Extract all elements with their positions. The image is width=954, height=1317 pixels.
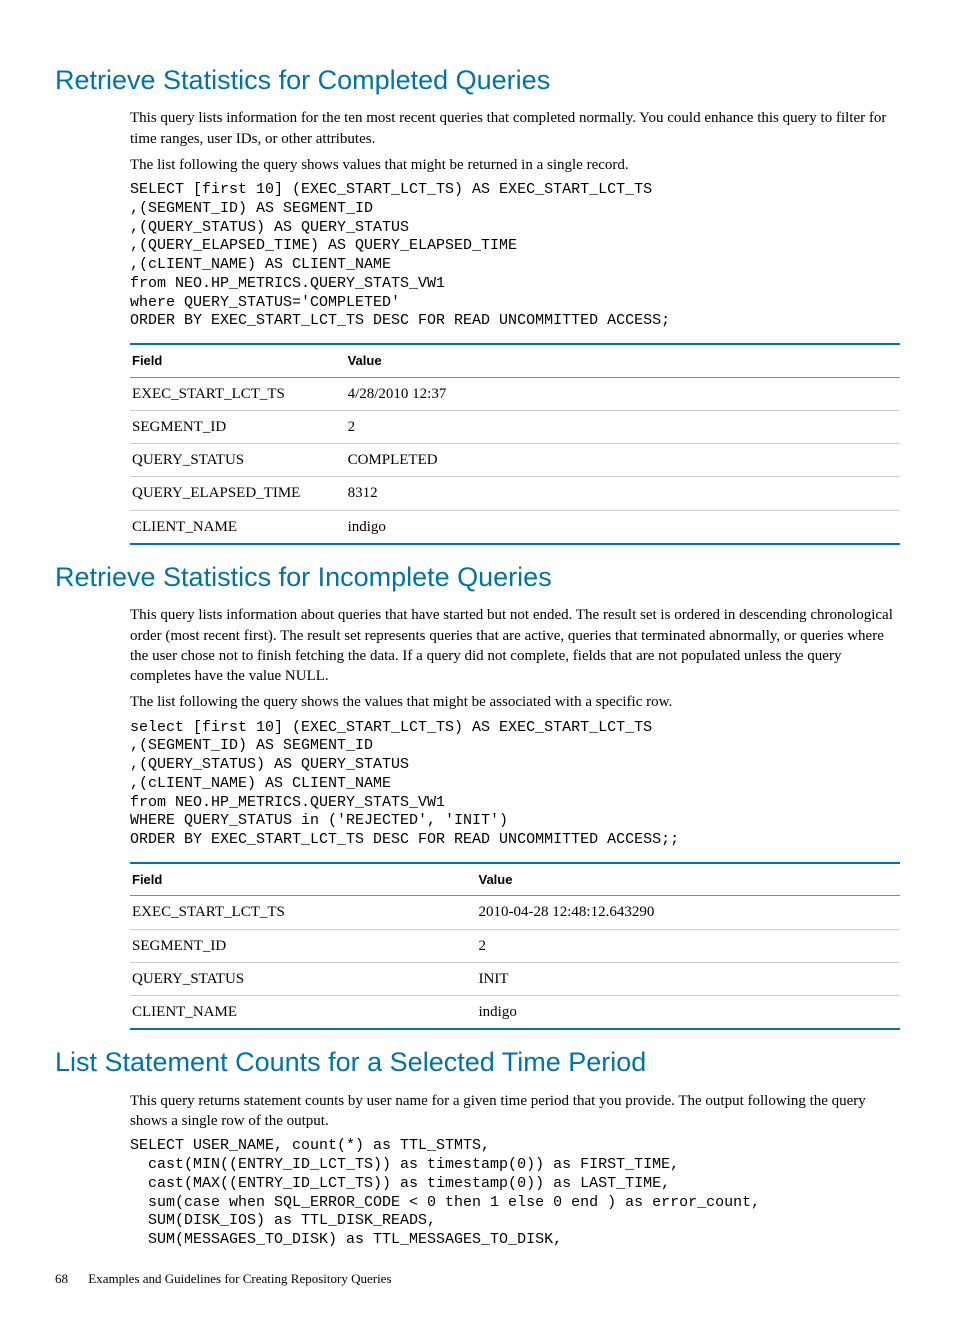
col-header-value: Value	[477, 863, 901, 896]
table-row: CLIENT_NAMEindigo	[130, 996, 900, 1030]
paragraph: This query lists information about queri…	[130, 605, 899, 686]
cell-field: EXEC_START_LCT_TS	[130, 377, 346, 410]
section-heading-incomplete: Retrieve Statistics for Incomplete Queri…	[55, 559, 899, 595]
page-number: 68	[55, 1270, 85, 1288]
cell-value: 8312	[346, 477, 900, 510]
table-row: CLIENT_NAMEindigo	[130, 510, 900, 544]
section-heading-statement-counts: List Statement Counts for a Selected Tim…	[55, 1044, 899, 1080]
cell-field: EXEC_START_LCT_TS	[130, 896, 477, 929]
results-table-incomplete: Field Value EXEC_START_LCT_TS2010-04-28 …	[130, 862, 900, 1031]
table-row: SEGMENT_ID2	[130, 410, 900, 443]
table-row: QUERY_STATUSCOMPLETED	[130, 444, 900, 477]
cell-value: 2010-04-28 12:48:12.643290	[477, 896, 901, 929]
paragraph: This query lists information for the ten…	[130, 108, 899, 149]
section-heading-completed: Retrieve Statistics for Completed Querie…	[55, 62, 899, 98]
cell-value: indigo	[477, 996, 901, 1030]
cell-field: QUERY_ELAPSED_TIME	[130, 477, 346, 510]
cell-field: CLIENT_NAME	[130, 510, 346, 544]
cell-value: COMPLETED	[346, 444, 900, 477]
cell-value: 2	[346, 410, 900, 443]
cell-value: 4/28/2010 12:37	[346, 377, 900, 410]
cell-field: SEGMENT_ID	[130, 410, 346, 443]
footer-text: Examples and Guidelines for Creating Rep…	[88, 1271, 391, 1286]
table-row: EXEC_START_LCT_TS2010-04-28 12:48:12.643…	[130, 896, 900, 929]
cell-field: QUERY_STATUS	[130, 962, 477, 995]
cell-field: QUERY_STATUS	[130, 444, 346, 477]
table-row: QUERY_STATUSINIT	[130, 962, 900, 995]
paragraph: The list following the query shows the v…	[130, 692, 899, 712]
page-footer: 68 Examples and Guidelines for Creating …	[55, 1270, 899, 1288]
cell-field: SEGMENT_ID	[130, 929, 477, 962]
results-table-completed: Field Value EXEC_START_LCT_TS4/28/2010 1…	[130, 343, 900, 545]
code-block: select [first 10] (EXEC_START_LCT_TS) AS…	[130, 719, 899, 850]
table-row: SEGMENT_ID2	[130, 929, 900, 962]
col-header-field: Field	[130, 344, 346, 377]
paragraph: This query returns statement counts by u…	[130, 1091, 899, 1132]
paragraph: The list following the query shows value…	[130, 155, 899, 175]
col-header-field: Field	[130, 863, 477, 896]
col-header-value: Value	[346, 344, 900, 377]
table-row: EXEC_START_LCT_TS4/28/2010 12:37	[130, 377, 900, 410]
table-row: QUERY_ELAPSED_TIME8312	[130, 477, 900, 510]
code-block: SELECT [first 10] (EXEC_START_LCT_TS) AS…	[130, 181, 899, 331]
cell-field: CLIENT_NAME	[130, 996, 477, 1030]
cell-value: indigo	[346, 510, 900, 544]
cell-value: INIT	[477, 962, 901, 995]
cell-value: 2	[477, 929, 901, 962]
code-block: SELECT USER_NAME, count(*) as TTL_STMTS,…	[130, 1137, 899, 1250]
